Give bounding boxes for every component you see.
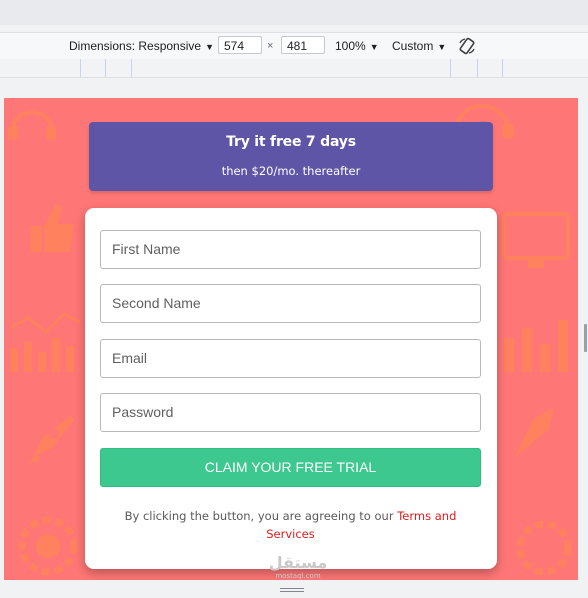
viewport-gutter: [0, 78, 588, 98]
bar-chart-icon: [9, 312, 81, 372]
zoom-label: 100%: [335, 39, 366, 53]
ruler-tick: [80, 59, 81, 77]
emulated-viewport: Try it free 7 days then $20/mo. thereaft…: [4, 98, 578, 580]
media-query-ruler[interactable]: [0, 59, 588, 78]
throttle-label: Custom: [392, 39, 434, 53]
ruler-tick: [477, 59, 478, 77]
ruler-tick: [105, 59, 106, 77]
dimensions-label: Dimensions: Responsive: [69, 39, 202, 53]
chevron-down-icon: ▼: [205, 42, 214, 52]
viewport-resize-handle-right[interactable]: [584, 324, 587, 352]
rotate-icon[interactable]: [457, 36, 477, 56]
browser-top-strip: [0, 0, 588, 25]
gear-icon: [516, 520, 572, 576]
bar-chart-icon: [504, 320, 568, 372]
watermark-arabic: مستقل: [268, 553, 328, 572]
password-field[interactable]: Password: [100, 393, 481, 432]
headset-icon: [8, 110, 56, 140]
trial-banner: Try it free 7 days then $20/mo. thereaft…: [89, 122, 493, 191]
email-field[interactable]: Email: [100, 339, 481, 378]
watermark-logo: مستقل mostaql.com: [263, 553, 333, 581]
ruler-tick: [131, 59, 132, 77]
gear-icon: [18, 516, 78, 576]
throttle-dropdown[interactable]: Custom ▼: [392, 38, 446, 55]
height-input[interactable]: 481: [281, 36, 325, 54]
chevron-down-icon: ▼: [437, 42, 447, 52]
claim-trial-button[interactable]: CLAIM YOUR FREE TRIAL: [100, 448, 481, 487]
chevron-down-icon: ▼: [369, 42, 379, 52]
ruler-tick: [502, 59, 503, 77]
rocket-icon: [514, 408, 554, 458]
ruler-tick: [450, 59, 451, 77]
width-input[interactable]: 574: [218, 36, 262, 54]
first-name-field[interactable]: First Name: [100, 230, 481, 269]
second-name-field[interactable]: Second Name: [100, 284, 481, 323]
watermark-latin: mostaql.com: [275, 572, 321, 580]
zoom-dropdown[interactable]: 100% ▼: [335, 38, 379, 55]
terms-text: By clicking the button, you are agreeing…: [110, 507, 471, 543]
terms-prefix: By clicking the button, you are agreeing…: [124, 509, 398, 523]
device-toolbar: Dimensions: Responsive ▼ 574 × 481 100% ▼ …: [0, 32, 588, 60]
banner-title: Try it free 7 days: [226, 134, 356, 150]
times-sign: ×: [267, 40, 274, 52]
signup-form-card: First Name Second Name Email Password CL…: [85, 208, 497, 580]
dimensions-dropdown[interactable]: Dimensions: Responsive ▼: [69, 38, 214, 55]
thumbs-up-icon: [30, 204, 74, 252]
banner-subtitle: then $20/mo. thereafter: [221, 164, 361, 178]
monitor-icon: [502, 212, 570, 268]
rocket-icon: [28, 416, 74, 464]
viewport-resize-handle-bottom[interactable]: [280, 588, 304, 594]
